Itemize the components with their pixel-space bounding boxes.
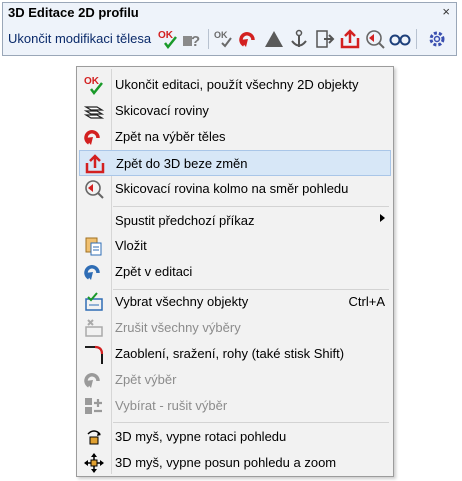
menu-item-deselect-all[interactable]: Zrušit všechny výběry [79, 315, 391, 341]
menu-item-3d-mouse-rotate[interactable]: 3D myš, vypne rotaci pohledu [79, 424, 391, 450]
3d-mouse-pan-icon [83, 452, 105, 474]
toolbar-title: 3D Editace 2D profilu [8, 5, 139, 20]
3d-mouse-rotate-icon [83, 426, 105, 448]
ok-check-icon: OK [83, 74, 105, 96]
view-plane-icon [83, 178, 105, 200]
menu-item-label: Zpět v editaci [115, 264, 193, 279]
sketch-planes-icon [83, 100, 105, 122]
menu-item-finish-edit[interactable]: OK Ukončit editaci, použít všechny 2D ob… [79, 72, 391, 98]
menu-item-label: Skicovací rovina kolmo na směr pohledu [115, 181, 349, 196]
menu-item-select-all[interactable]: Vybrat všechny objekty Ctrl+A [79, 289, 391, 315]
menu-item-label: Zpět do 3D beze změn [116, 156, 248, 171]
menu-item-plane-perpendicular[interactable]: Skicovací rovina kolmo na směr pohledu [79, 176, 391, 202]
svg-text:OK: OK [84, 76, 100, 87]
menu-item-toggle-selection[interactable]: Vybírat - rušit výběr [79, 393, 391, 419]
svg-text:OK: OK [158, 30, 174, 41]
undo-select-icon [83, 369, 105, 391]
glasses-icon[interactable] [389, 28, 411, 50]
help-question-icon[interactable]: ? [181, 28, 203, 50]
menu-item-sketch-planes[interactable]: Skicovací roviny [79, 98, 391, 124]
menu-item-label: Zrušit všechny výběry [115, 320, 241, 335]
anchor-icon[interactable] [288, 28, 310, 50]
ok-small-icon[interactable]: OK [213, 28, 235, 50]
toggle-select-icon [83, 395, 105, 417]
command-label: Ukončit modifikaci tělesa [8, 31, 152, 46]
menu-item-paste[interactable]: Vložit [79, 233, 391, 259]
menu-item-label: Vybírat - rušit výběr [115, 398, 228, 413]
undo-blue-icon [83, 261, 105, 283]
toolbar-separator [208, 29, 209, 49]
menu-item-label: Zaoblení, sražení, rohy (také stisk Shif… [115, 346, 345, 361]
toolbar: Ukončit modifikaci tělesa OK ? OK [3, 24, 456, 54]
select-all-icon [83, 291, 105, 313]
menu-item-fillet-chamfer[interactable]: Zaoblení, sražení, rohy (také stisk Shif… [79, 341, 391, 367]
undo-red-icon [83, 126, 105, 148]
menu-item-label: 3D myš, vypne posun pohledu a zoom [115, 455, 337, 470]
shortcut-label: Ctrl+A [348, 294, 385, 309]
settings-icon[interactable] [426, 28, 448, 50]
menu-separator [113, 422, 389, 423]
context-menu: OK Ukončit editaci, použít všechny 2D ob… [76, 66, 394, 477]
menu-item-repeat-command[interactable]: Spustit předchozí příkaz [79, 208, 391, 234]
triangle-icon[interactable] [263, 28, 285, 50]
menu-item-undo-selection[interactable]: Zpět výběr [79, 367, 391, 393]
fillet-icon [83, 343, 105, 365]
menu-item-undo-edit[interactable]: Zpět v editaci [79, 259, 391, 285]
menu-item-label: Skicovací roviny [115, 103, 209, 118]
menu-item-label: Vybrat všechny objekty [115, 294, 249, 309]
undo-red-icon[interactable] [238, 28, 260, 50]
menu-item-label: Vložit [115, 238, 147, 253]
deselect-icon [83, 317, 105, 339]
menu-item-label: Zpět na výběr těles [115, 129, 226, 144]
svg-text:?: ? [191, 33, 200, 50]
toolbar-separator [416, 29, 417, 49]
submenu-arrow-icon [380, 214, 385, 222]
view-plane-icon[interactable] [364, 28, 386, 50]
close-icon[interactable]: × [442, 4, 450, 20]
menu-item-label: Spustit předchozí příkaz [115, 213, 255, 228]
menu-item-label: 3D myš, vypne rotaci pohledu [115, 429, 287, 444]
ok-check-icon[interactable]: OK [157, 28, 179, 50]
toolbar-titlebar[interactable]: 3D Editace 2D profilu × [3, 3, 456, 23]
export-icon[interactable] [314, 28, 336, 50]
menu-item-back-to-3d[interactable]: Zpět do 3D beze změn [79, 150, 391, 176]
svg-text:OK: OK [214, 30, 228, 40]
return-3d-icon[interactable] [339, 28, 361, 50]
menu-item-label: Zpět výběr [115, 372, 177, 387]
return-3d-icon [84, 153, 106, 175]
menu-item-3d-mouse-pan[interactable]: 3D myš, vypne posun pohledu a zoom [79, 450, 391, 476]
paste-icon [83, 235, 105, 257]
menu-separator [113, 206, 389, 207]
menu-item-back-to-bodies[interactable]: Zpět na výběr těles [79, 124, 391, 150]
menu-item-label: Ukončit editaci, použít všechny 2D objek… [115, 77, 359, 92]
toolbar-window: 3D Editace 2D profilu × Ukončit modifika… [2, 2, 457, 56]
